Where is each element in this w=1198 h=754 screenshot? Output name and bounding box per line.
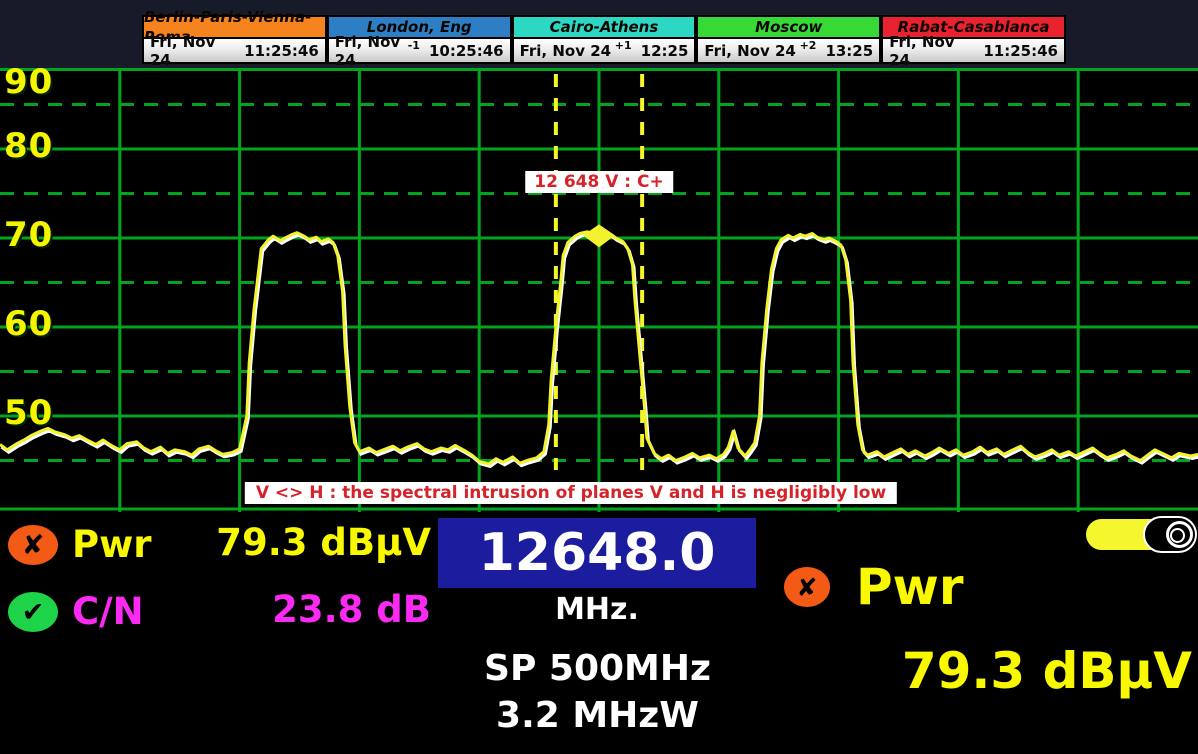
y-axis-tick-label: 60	[4, 307, 53, 341]
frequency-value: 12648.0	[479, 523, 716, 583]
check-icon: ✔	[8, 592, 58, 632]
x-cross-icon: ✘	[8, 525, 58, 565]
world-clocks: Berlin-Paris-Vienna-RomaFri, Nov 2411:25…	[142, 15, 1066, 64]
frequency-unit: MHz.	[438, 592, 756, 627]
clock-city-label: Moscow	[696, 15, 881, 39]
readout-panel: ✘ Pwr 79.3 dBµV ✔ C/N 23.8 dB 12648.0 MHz. SP…	[0, 512, 1198, 754]
clock-panel-moscow[interactable]: Moscow Fri, Nov 24 +2 13:25	[696, 15, 881, 64]
timezone-offset: +2	[800, 39, 817, 52]
measurement-label: Pwr	[72, 525, 152, 565]
marker-frequency-label: 12 648 V : C+	[525, 171, 673, 193]
timezone-offset: -1	[408, 39, 420, 52]
spectrum-svg	[0, 68, 1198, 512]
world-clock-bar: Berlin-Paris-Vienna-RomaFri, Nov 2411:25…	[0, 0, 1198, 68]
span-readout: SP 500MHz	[400, 648, 795, 689]
clock-time: 13:25	[825, 42, 873, 60]
power-big-value: 79.3 dBµV	[820, 642, 1192, 700]
clock-time-row: Fri, Nov 2411:25:46	[142, 39, 327, 64]
toggle-track-end	[1143, 516, 1197, 553]
clock-city-label: Cairo-Athens	[512, 15, 697, 39]
measurement-label: C/N	[72, 592, 144, 632]
measurement-value: 23.8 dB	[175, 590, 431, 630]
clock-time-row: Fri, Nov 2411:25:46	[881, 39, 1066, 64]
clock-time-row: Fri, Nov 24 +2 13:25	[696, 39, 881, 64]
clock-time-row: Fri, Nov 24 +1 12:25	[512, 39, 697, 64]
frequency-display[interactable]: 12648.0	[438, 518, 756, 588]
measurement-value: 79.3 dBµV	[175, 523, 431, 563]
marker-diamond-icon[interactable]	[583, 224, 615, 247]
spectrum-plot[interactable]: 90 80 70 60 50 12 648 V : C+ V <> H : the sp…	[0, 68, 1198, 512]
clock-date: Fri, Nov 24	[520, 42, 611, 60]
clock-time: 10:25:46	[429, 42, 504, 60]
clock-panel-berlin-paris-vienna-roma[interactable]: Berlin-Paris-Vienna-RomaFri, Nov 2411:25…	[142, 15, 327, 64]
power-toggle[interactable]	[1086, 519, 1194, 550]
y-axis-tick-label: 80	[4, 129, 53, 163]
clock-time: 11:25:46	[244, 42, 319, 60]
clock-time: 11:25:46	[983, 42, 1058, 60]
clock-panel-cairo-athens[interactable]: Cairo-Athens Fri, Nov 24 +1 12:25	[512, 15, 697, 64]
toggle-knob-icon[interactable]	[1166, 521, 1193, 548]
power-big-label: Pwr	[856, 558, 964, 616]
y-axis-tick-label: 90	[4, 65, 53, 99]
clock-date: Fri, Nov 24	[335, 33, 408, 69]
x-cross-icon: ✘	[784, 567, 830, 607]
clock-date: Fri, Nov 24	[150, 33, 235, 69]
timezone-offset: +1	[615, 39, 632, 52]
y-axis-tick-label: 70	[4, 218, 53, 252]
bandwidth-readout: 3.2 MHzW	[400, 695, 795, 736]
clock-date: Fri, Nov 24	[704, 42, 795, 60]
polarization-note: V <> H : the spectral intrusion of plane…	[245, 482, 897, 504]
y-axis-tick-label: 50	[4, 396, 53, 430]
clock-time: 12:25	[641, 42, 689, 60]
clock-date: Fri, Nov 24	[889, 33, 974, 69]
clock-panel-london-eng[interactable]: London, EngFri, Nov 24-110:25:46	[327, 15, 512, 64]
clock-time-row: Fri, Nov 24-110:25:46	[327, 39, 512, 64]
clock-panel-rabat-casablanca[interactable]: Rabat-CasablancaFri, Nov 2411:25:46	[881, 15, 1066, 64]
satellite-meter-screen: Berlin-Paris-Vienna-RomaFri, Nov 2411:25…	[0, 0, 1198, 754]
